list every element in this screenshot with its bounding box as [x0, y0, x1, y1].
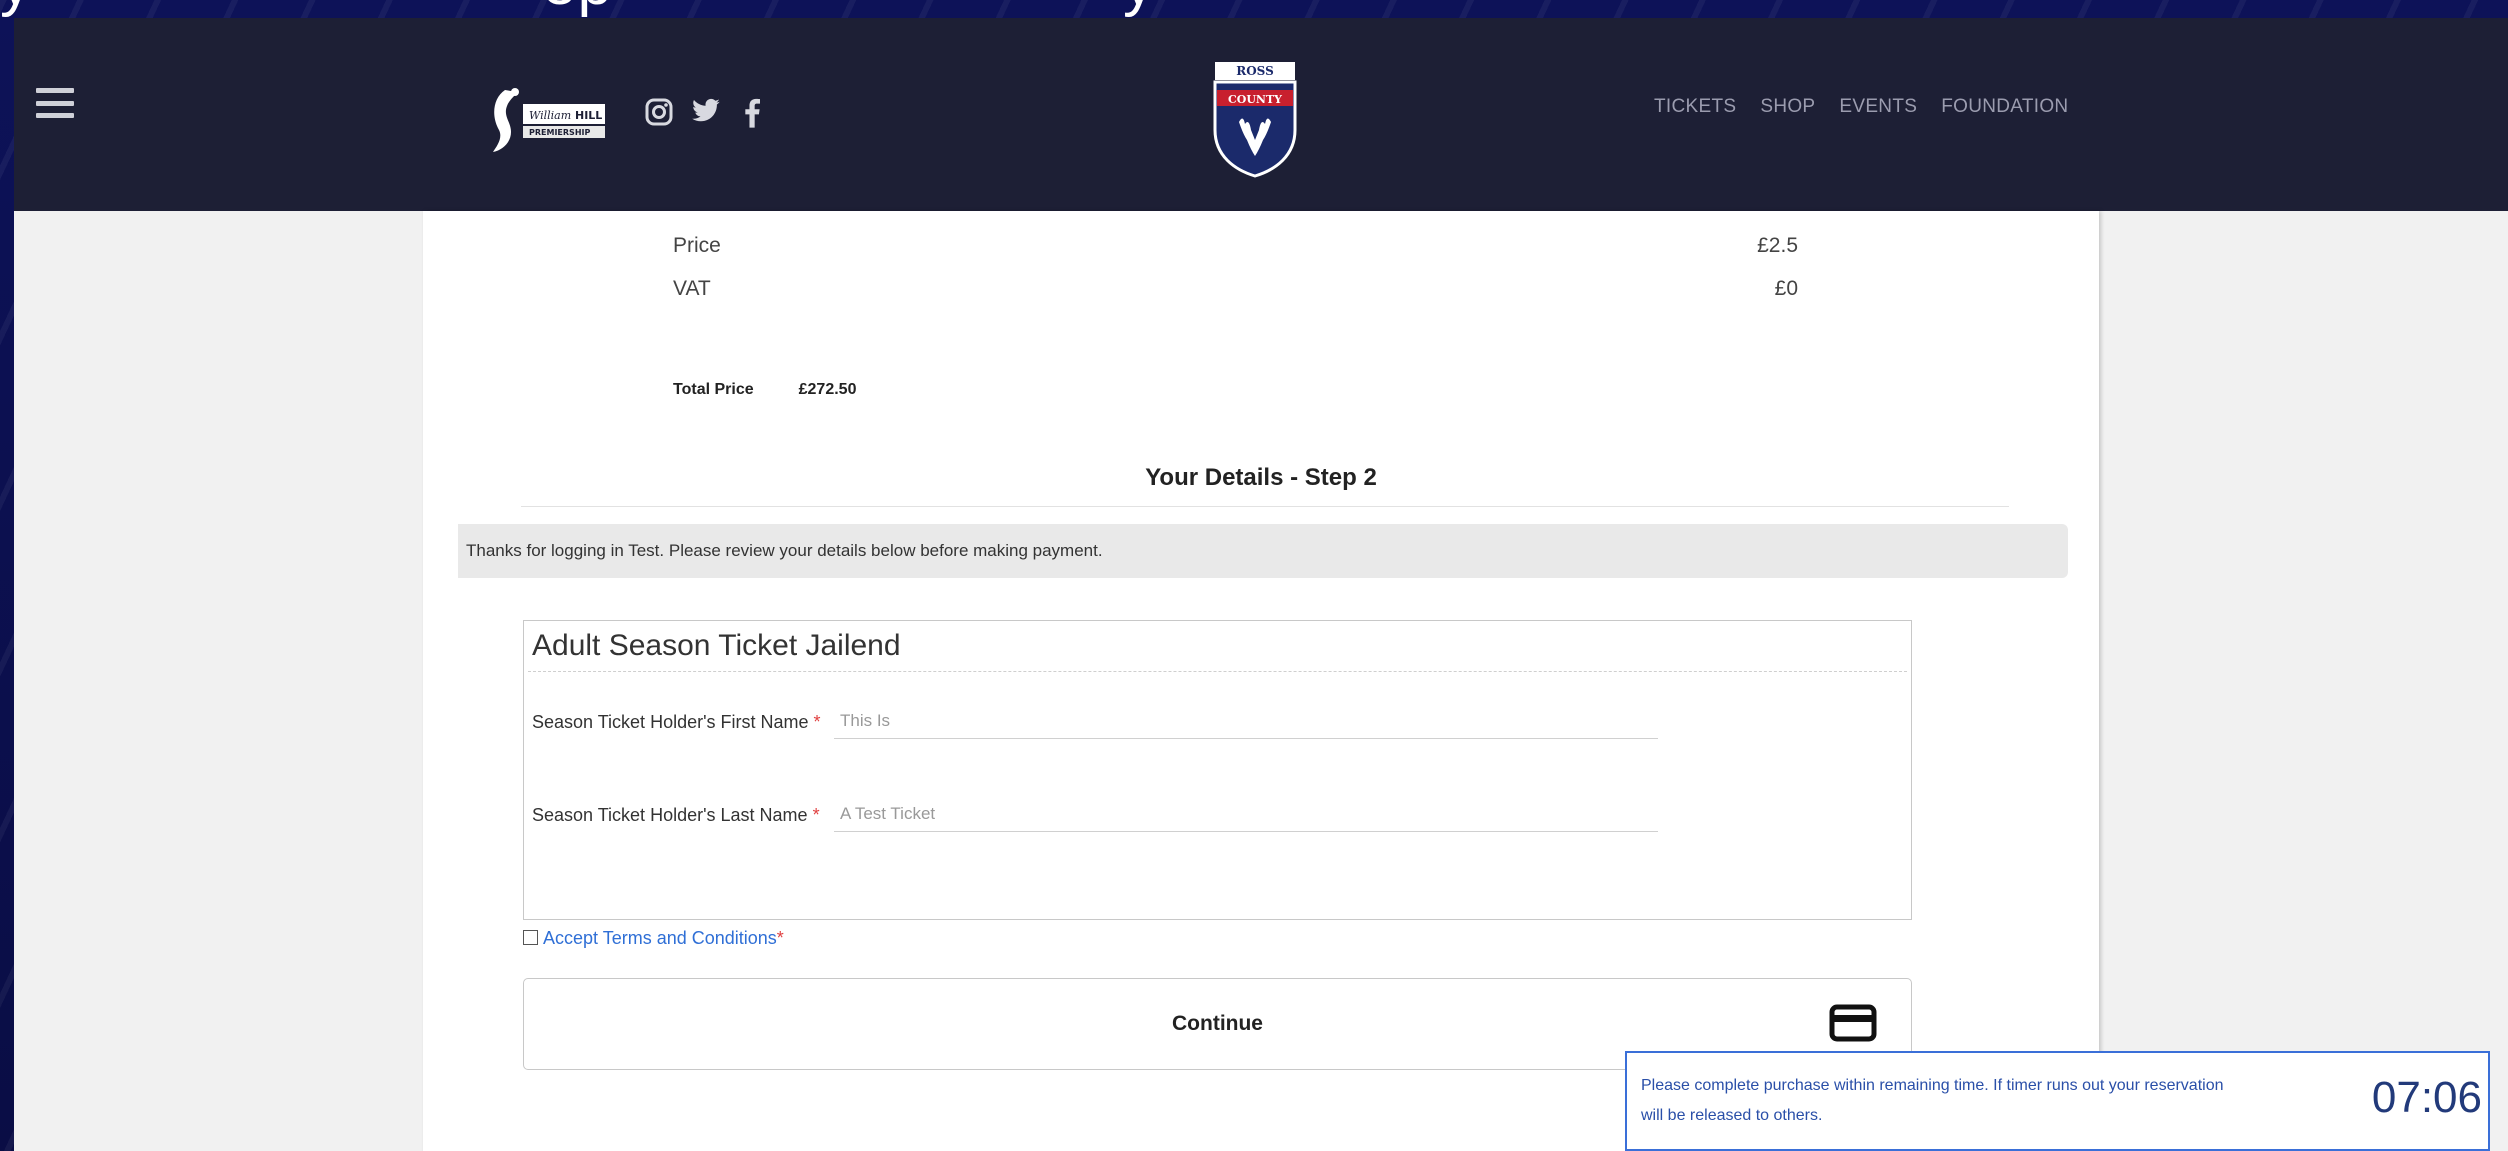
price-value: £2.5 [1757, 234, 1798, 257]
slide-caption-fragment: y [1123, 0, 1155, 18]
facebook-icon[interactable] [744, 98, 760, 128]
twitter-icon[interactable] [691, 98, 721, 124]
league-logo-text: HILL [575, 109, 602, 122]
total-price: Total Price £272.50 [673, 381, 856, 399]
price-label: Price [673, 234, 721, 257]
credit-card-icon [1829, 1004, 1877, 1042]
ticket-title: Adult Season Ticket Jailend [532, 629, 901, 662]
slide-caption: y ep y [0, 0, 1155, 19]
first-name-label: Season Ticket Holder's First Name * [532, 708, 822, 736]
vat-label: VAT [673, 277, 711, 300]
nav-events[interactable]: EVENTS [1839, 96, 1917, 118]
required-marker: * [812, 805, 820, 825]
step-title: Your Details - Step 2 [1145, 464, 1377, 491]
nav-foundation[interactable]: FOUNDATION [1941, 96, 2068, 118]
timer-countdown: 07:06 [2371, 1073, 2482, 1122]
instagram-icon[interactable] [645, 98, 673, 126]
last-name-label: Season Ticket Holder's Last Name * [532, 801, 822, 829]
reservation-timer-popup: Please complete purchase within remainin… [1625, 1051, 2490, 1151]
svg-text:William: William [529, 109, 571, 122]
crest-top-text: ROSS [1236, 64, 1274, 78]
crest-band-text: COUNTY [1228, 93, 1282, 106]
slide-caption-fragment: ep [542, 0, 613, 18]
first-name-label-text: Season Ticket Holder's First Name [532, 712, 809, 732]
divider [521, 506, 2009, 507]
ross-county-crest[interactable]: ROSS COUNTY [1209, 60, 1301, 178]
accept-terms-checkbox[interactable]: Accept Terms and Conditions* [523, 928, 784, 949]
main-nav: TICKETS SHOP EVENTS FOUNDATION [1654, 96, 2068, 118]
last-name-field[interactable] [834, 796, 1658, 832]
timer-message: Please complete purchase within remainin… [1641, 1077, 2224, 1124]
nav-shop[interactable]: SHOP [1760, 96, 1815, 118]
william-hill-premiership-logo[interactable]: William HILL PREMIERSHIP [487, 80, 607, 160]
checkbox-icon[interactable] [523, 930, 538, 945]
ticket-details-panel: Adult Season Ticket Jailend Season Ticke… [523, 620, 1912, 920]
league-logo-subtext: PREMIERSHIP [529, 128, 590, 137]
total-price-value: £272.50 [798, 381, 857, 398]
welcome-message: Thanks for logging in Test. Please revie… [458, 524, 2068, 578]
continue-label: Continue [1172, 1012, 1263, 1035]
total-price-label: Total Price [673, 381, 754, 398]
slide-caption-fragment: y [0, 0, 32, 18]
checkout-card: Price £2.5 VAT £0 Total Price £272.50 You… [423, 211, 2099, 1151]
first-name-field[interactable] [834, 703, 1658, 739]
browser-screenshot: William HILL PREMIERSHIP ROSS COUNTY TIC… [14, 18, 2508, 1151]
accept-terms-link[interactable]: Accept Terms and Conditions [543, 928, 777, 948]
divider [528, 671, 1907, 672]
vat-value: £0 [1774, 277, 1798, 300]
required-marker: * [813, 712, 821, 732]
required-marker: * [776, 928, 784, 948]
hamburger-menu-icon[interactable] [36, 88, 74, 118]
last-name-label-text: Season Ticket Holder's Last Name [532, 805, 808, 825]
site-header: William HILL PREMIERSHIP ROSS COUNTY TIC… [14, 18, 2508, 211]
nav-tickets[interactable]: TICKETS [1654, 96, 1736, 118]
